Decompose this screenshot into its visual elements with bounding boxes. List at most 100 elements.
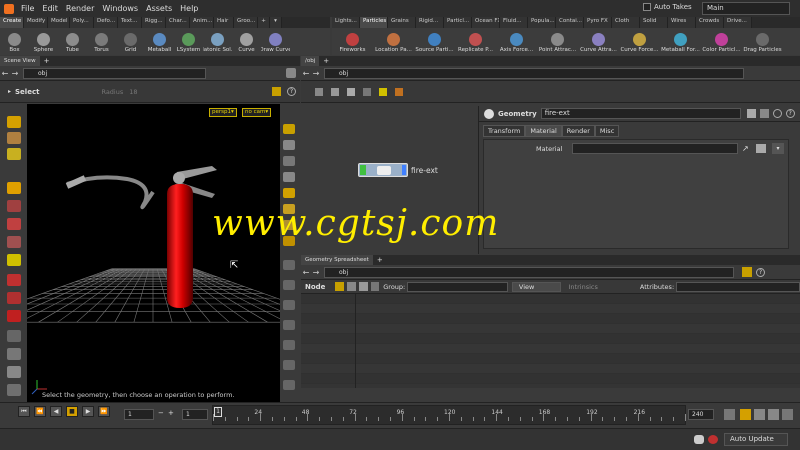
handle-tool-icon[interactable] xyxy=(7,218,21,230)
shelf-tab-right-0[interactable]: Lights... xyxy=(332,17,360,28)
vertices-mode-icon[interactable] xyxy=(347,282,356,291)
node-name-field[interactable]: fire-ext xyxy=(540,108,741,119)
shelf_right-tool-8[interactable]: Metaball For... xyxy=(660,33,701,55)
spreadsheet-link-icon[interactable] xyxy=(742,267,752,277)
shelf-tab-rigging[interactable]: Rigg... xyxy=(142,17,166,28)
network-path-field[interactable]: obj xyxy=(324,67,744,79)
network-back-arrow-icon[interactable]: ← xyxy=(301,69,311,78)
shelf-tab-create[interactable]: Create xyxy=(0,17,24,28)
shelf-tab-right-10[interactable]: Cloth xyxy=(612,17,640,28)
tab-misc[interactable]: Misc xyxy=(594,125,620,137)
shelf-tab-modify[interactable]: Modify xyxy=(24,17,48,28)
next-key-button[interactable]: ⏩ xyxy=(98,406,110,417)
camera-select-menu[interactable]: no cam▾ xyxy=(242,108,272,117)
auto-takes-toggle[interactable]: Auto Takes xyxy=(643,3,692,11)
add-network-tab-icon[interactable]: + xyxy=(323,57,329,65)
tab-render[interactable]: Render xyxy=(561,125,595,137)
desktop-select[interactable]: Main xyxy=(702,2,790,15)
render-region-icon[interactable] xyxy=(7,330,21,342)
start-frame-field[interactable]: 1 xyxy=(182,409,208,420)
select-tool-icon[interactable] xyxy=(7,116,21,128)
prim-display-icon[interactable] xyxy=(283,320,295,330)
shelf-tab-right-5[interactable]: Ocean FX xyxy=(472,17,500,28)
primitives-mode-icon[interactable] xyxy=(358,282,368,291)
playbar-settings-icon[interactable] xyxy=(782,409,793,420)
target-icon[interactable] xyxy=(283,156,295,166)
shelf-tab-right-1[interactable]: Particles xyxy=(360,17,388,28)
intrinsics-menu[interactable]: Intrinsics xyxy=(569,283,598,291)
shelf-tab-right-12[interactable]: Wires xyxy=(668,17,696,28)
magnet-snap-icon[interactable] xyxy=(7,310,21,322)
shelf-tab-right-13[interactable]: Crowds xyxy=(696,17,724,28)
settings-tool-icon[interactable] xyxy=(7,384,21,396)
material-menu-icon[interactable]: ▾ xyxy=(772,143,784,154)
options-arrow-icon[interactable]: ▸ xyxy=(8,88,11,95)
spreadsheet-forward-arrow-icon[interactable]: → xyxy=(311,268,321,277)
network-forward-arrow-icon[interactable]: → xyxy=(311,69,321,78)
auto-update-menu[interactable]: Auto Update xyxy=(724,433,788,446)
shelf_right-tool-9[interactable]: Color Particl... xyxy=(701,33,742,55)
network-grid-icon[interactable] xyxy=(347,87,355,96)
shelf-menu-icon[interactable]: ▾ xyxy=(270,17,282,28)
spreadsheet-tab[interactable]: Geometry Spreadsheet xyxy=(301,255,373,265)
auto-takes-checkbox[interactable] xyxy=(643,3,651,11)
menu-help[interactable]: Help xyxy=(176,4,202,13)
spreadsheet-path-field[interactable]: obj xyxy=(324,266,734,278)
attributes-field[interactable] xyxy=(676,281,800,292)
prev-key-button[interactable]: ⏪ xyxy=(34,406,46,417)
shelf_left-tool-6[interactable]: LSystem xyxy=(174,33,203,55)
brush-tool-icon[interactable] xyxy=(7,236,21,248)
shelf-tab-character[interactable]: Char... xyxy=(166,17,190,28)
keys-icon[interactable] xyxy=(724,409,735,420)
view-menu[interactable]: View xyxy=(511,281,561,292)
menu-edit[interactable]: Edit xyxy=(38,4,62,13)
shelf_left-tool-1[interactable]: Sphere xyxy=(29,33,58,55)
network-layout-icon[interactable] xyxy=(363,87,371,96)
timeline-ruler[interactable]: 1 24 48 72 96 120 144 168 192 216 xyxy=(212,405,686,425)
viewport-3d[interactable]: persp1▾ no cam▾ Select the geometry, the… xyxy=(27,104,280,402)
scene-view-tab[interactable]: Scene View xyxy=(0,56,40,66)
shelf-tab-hair[interactable]: Hair xyxy=(214,17,234,28)
shelf_right-tool-3[interactable]: Replicate P... xyxy=(455,33,496,55)
spreadsheet-help-icon[interactable]: ? xyxy=(756,267,765,277)
group-field[interactable] xyxy=(407,281,508,292)
network-tree-icon[interactable] xyxy=(331,87,339,96)
stop-button[interactable]: ■ xyxy=(66,406,78,417)
network-list-icon[interactable] xyxy=(315,87,323,96)
shelf_right-tool-0[interactable]: Fireworks xyxy=(332,33,373,55)
spreadsheet-back-arrow-icon[interactable]: ← xyxy=(301,268,311,277)
shelf-tab-right-9[interactable]: Pyro FX xyxy=(584,17,612,28)
material-jump-icon[interactable]: ↗ xyxy=(742,144,749,153)
camera-tool-icon[interactable] xyxy=(7,348,21,360)
detail-mode-icon[interactable] xyxy=(370,282,380,291)
shelf-tab-animation[interactable]: Anim... xyxy=(190,17,214,28)
shelf-tab-right-14[interactable]: Drive... xyxy=(724,17,752,28)
play-reverse-button[interactable]: ◀ xyxy=(50,406,62,417)
shelf-tab-right-11[interactable]: Solid xyxy=(640,17,668,28)
shelf_right-tool-4[interactable]: Axis Force... xyxy=(496,33,537,55)
shelf-tab-poly[interactable]: Poly... xyxy=(70,17,94,28)
move-tool-icon[interactable] xyxy=(7,132,21,144)
shelf_right-tool-7[interactable]: Curve Force... xyxy=(619,33,660,55)
help-icon[interactable]: ? xyxy=(287,87,296,96)
snap-icon[interactable] xyxy=(272,87,281,96)
normal-display-icon[interactable] xyxy=(283,280,295,290)
vertex-display-icon[interactable] xyxy=(283,300,295,310)
audio-icon[interactable] xyxy=(768,409,779,420)
shelf_right-tool-10[interactable]: Drag Particles xyxy=(742,33,783,55)
pin-icon[interactable] xyxy=(286,68,296,78)
scene-view-path-field[interactable]: obj xyxy=(23,67,206,79)
geometry-node[interactable] xyxy=(358,163,408,177)
material-path-field[interactable] xyxy=(572,143,738,154)
add-spreadsheet-tab-icon[interactable]: + xyxy=(377,256,383,264)
shelf-tab-right-2[interactable]: Grains xyxy=(388,17,416,28)
point-display-icon[interactable] xyxy=(283,260,295,270)
realtime-toggle-icon[interactable] xyxy=(740,409,751,420)
points-mode-icon[interactable] xyxy=(335,282,345,291)
add-pane-tab-icon[interactable]: + xyxy=(44,57,50,65)
shelf_left-tool-7[interactable]: Platonic Sol... xyxy=(203,33,232,55)
shelf-tab-texture[interactable]: Text... xyxy=(118,17,142,28)
network-box-icon[interactable] xyxy=(395,87,403,96)
shelf-tab-grooming[interactable]: Groo... xyxy=(234,17,258,28)
lock-camera-icon[interactable] xyxy=(283,140,295,150)
